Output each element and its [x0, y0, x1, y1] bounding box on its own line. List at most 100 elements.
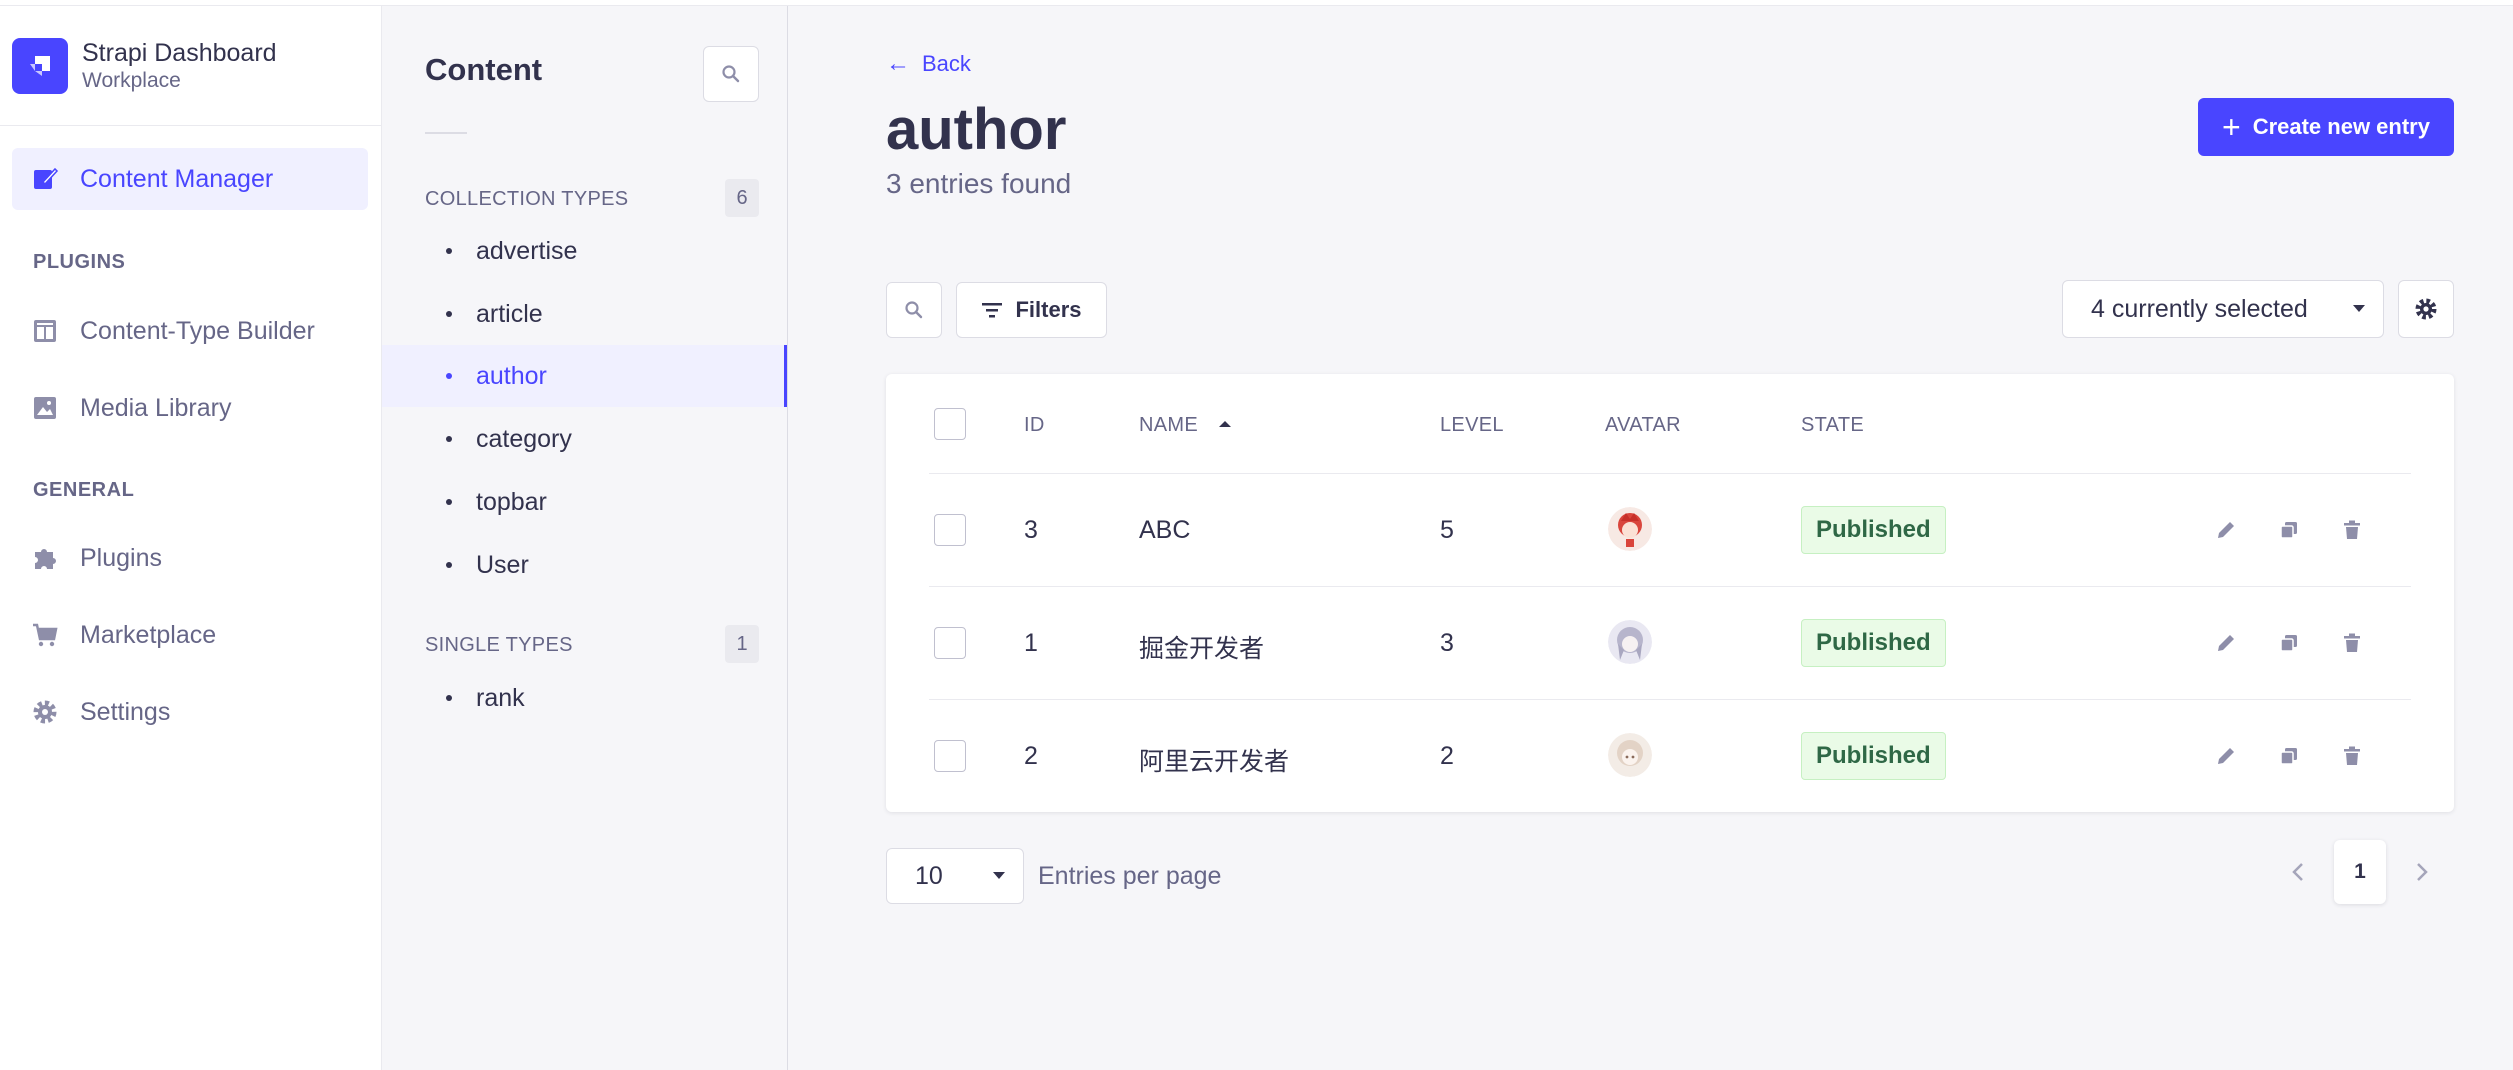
row-checkbox[interactable]: [934, 514, 966, 546]
status-badge: Published: [1801, 506, 1946, 554]
bullet: [446, 499, 452, 505]
row-checkbox[interactable]: [934, 627, 966, 659]
columns-select-value: 4 currently selected: [2091, 294, 2308, 323]
chevron-left-icon: [2292, 863, 2303, 881]
brand-subtitle: Workplace: [82, 68, 181, 92]
delete-button[interactable]: [2336, 514, 2368, 546]
nav-label: Settings: [80, 697, 171, 726]
column-header-state[interactable]: STATE: [1801, 414, 1864, 437]
entries-table: ID NAME LEVEL AVATAR STATE 3 ABC 5 Publi…: [886, 374, 2454, 812]
divider: [425, 132, 467, 134]
single-item-label: rank: [476, 683, 525, 712]
select-all-checkbox[interactable]: [934, 408, 966, 440]
subnav-search-button[interactable]: [703, 46, 759, 102]
collection-item-article[interactable]: article: [382, 283, 787, 345]
column-header-level[interactable]: LEVEL: [1440, 414, 1504, 437]
bullet: [446, 562, 452, 568]
puzzle-icon: [30, 543, 60, 573]
column-header-label: NAME: [1139, 414, 1198, 436]
collection-item-label: author: [476, 361, 547, 390]
entries-per-page-label: Entries per page: [1038, 862, 1222, 890]
cell-id: 3: [1024, 516, 1038, 544]
cell-name: 阿里云开发者: [1139, 748, 1290, 776]
next-page-button[interactable]: [2406, 856, 2438, 888]
nav-label: Plugins: [80, 543, 162, 572]
collection-item-category[interactable]: category: [382, 408, 787, 470]
chevron-down-icon: [993, 872, 1005, 879]
create-new-entry-button[interactable]: + Create new entry: [2198, 98, 2454, 156]
nav-media-library[interactable]: Media Library: [12, 377, 368, 439]
brand[interactable]: Strapi Dashboard Workplace: [0, 6, 381, 126]
collection-types-heading[interactable]: COLLECTION TYPES: [425, 188, 628, 211]
row-checkbox[interactable]: [934, 740, 966, 772]
collection-item-topbar[interactable]: topbar: [382, 471, 787, 533]
status-badge: Published: [1801, 619, 1946, 667]
duplicate-icon: [2280, 748, 2297, 765]
single-types-heading[interactable]: SINGLE TYPES: [425, 634, 573, 657]
bullet: [446, 373, 452, 379]
bullet: [446, 248, 452, 254]
nav-content-type-builder[interactable]: Content-Type Builder: [12, 300, 368, 362]
page-1-button[interactable]: 1: [2334, 840, 2386, 904]
pencil-icon: [2218, 748, 2234, 764]
nav-plugins[interactable]: Plugins: [12, 527, 368, 589]
create-label: Create new entry: [2252, 114, 2430, 139]
delete-button[interactable]: [2336, 627, 2368, 659]
per-page-value: 10: [915, 861, 943, 890]
collection-item-label: User: [476, 550, 529, 579]
trash-icon: [2344, 520, 2360, 539]
columns-select[interactable]: 4 currently selected: [2062, 280, 2384, 338]
avatar: [1608, 620, 1652, 664]
collection-item-label: article: [476, 299, 543, 328]
cell-name: 掘金开发者: [1139, 635, 1265, 663]
general-heading: GENERAL: [33, 479, 135, 501]
cell-level: 2: [1440, 742, 1454, 770]
collection-count-badge: 6: [725, 179, 759, 217]
pencil-icon: [2218, 635, 2234, 651]
collection-item-advertise[interactable]: advertise: [382, 220, 787, 282]
nav-label: Marketplace: [80, 620, 217, 649]
avatar: [1608, 733, 1652, 777]
filters-button[interactable]: Filters: [956, 282, 1107, 338]
pencil-icon: [2218, 522, 2234, 538]
status-badge: Published: [1801, 732, 1946, 780]
single-count-badge: 1: [725, 625, 759, 663]
feather-icon: [30, 164, 60, 194]
column-header-name[interactable]: NAME: [1139, 414, 1232, 437]
nav-marketplace[interactable]: Marketplace: [12, 604, 368, 666]
brand-title: Strapi Dashboard: [82, 38, 277, 67]
duplicate-button[interactable]: [2273, 627, 2305, 659]
collection-item-author[interactable]: author: [382, 345, 787, 407]
row-divider: [929, 699, 2411, 700]
nav-settings[interactable]: Settings: [12, 681, 368, 743]
previous-page-button[interactable]: [2282, 856, 2314, 888]
filters-label: Filters: [1015, 297, 1082, 322]
bullet: [446, 436, 452, 442]
collection-item-label: category: [476, 424, 572, 453]
search-icon: [905, 301, 923, 319]
nav-content-manager[interactable]: Content Manager: [12, 148, 368, 210]
single-item-rank[interactable]: rank: [382, 667, 787, 729]
duplicate-button[interactable]: [2273, 514, 2305, 546]
collection-item-user[interactable]: User: [382, 534, 787, 596]
search-icon: [722, 65, 740, 83]
edit-button[interactable]: [2210, 514, 2242, 546]
table-search-button[interactable]: [886, 282, 942, 338]
subnav-title: Content: [425, 52, 543, 87]
table-settings-button[interactable]: [2398, 280, 2454, 338]
cell-name: ABC: [1139, 516, 1191, 544]
filter-icon: [982, 303, 1003, 318]
gear-icon: [2415, 298, 2437, 320]
entries-per-page-select[interactable]: 10: [886, 848, 1024, 904]
edit-button[interactable]: [2210, 627, 2242, 659]
duplicate-button[interactable]: [2273, 740, 2305, 772]
delete-button[interactable]: [2336, 740, 2368, 772]
nav-label: Content Manager: [80, 164, 274, 193]
edit-button[interactable]: [2210, 740, 2242, 772]
column-header-id[interactable]: ID: [1024, 414, 1045, 437]
trash-icon: [2344, 746, 2360, 765]
cell-level: 5: [1440, 516, 1454, 544]
chevron-down-icon: [2353, 305, 2365, 312]
layout-icon: [30, 316, 60, 346]
back-link[interactable]: ← Back: [886, 50, 971, 78]
